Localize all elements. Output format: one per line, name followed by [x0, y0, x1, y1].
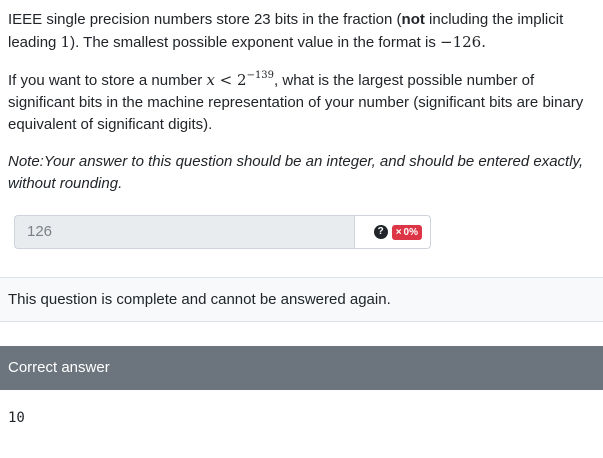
math-expression: < 2 [214, 71, 247, 89]
question-circle-icon[interactable]: ? [373, 225, 388, 239]
question-text: If you want to store a number [8, 72, 207, 89]
math-expression: −126 [440, 33, 482, 51]
math-variable: x [206, 71, 215, 89]
question-bold-text: not [401, 11, 425, 28]
answer-input[interactable]: 126 [14, 215, 354, 249]
correct-answer-value: 10 [8, 410, 25, 426]
score-badge: × 0% [391, 224, 422, 240]
answer-feedback-addon: ? × 0% [354, 215, 431, 249]
question-paragraph-1: IEEE single precision numbers store 23 b… [8, 9, 595, 54]
answer-input-group: 126 ? × 0% [14, 215, 431, 249]
times-icon: × [395, 226, 402, 238]
question-text: IEEE single precision numbers store 23 b… [8, 11, 402, 28]
question-text: . [481, 33, 486, 51]
question-note: Note:Your answer to this question should… [8, 153, 584, 192]
question-body: IEEE single precision numbers store 23 b… [0, 0, 603, 249]
question-paragraph-2: If you want to store a number x < 2−139,… [8, 69, 595, 136]
math-expression: 1 [60, 33, 71, 51]
score-badge-label: 0% [403, 226, 418, 238]
correct-answer-header: Correct answer [0, 346, 603, 390]
question-complete-notice: This question is complete and cannot be … [0, 277, 603, 322]
math-exponent: −139 [246, 70, 275, 81]
question-text: ). The smallest possible exponent value … [70, 34, 441, 51]
